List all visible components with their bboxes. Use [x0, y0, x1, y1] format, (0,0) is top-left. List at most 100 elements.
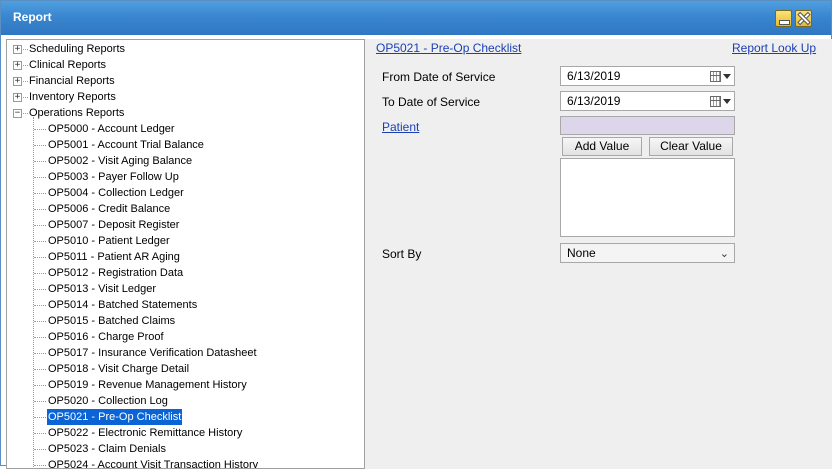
tree-leaf[interactable]: OP5018 - Visit Charge Detail [7, 361, 362, 377]
tree-leaf[interactable]: OP5017 - Insurance Verification Datashee… [7, 345, 362, 361]
tree-connector [34, 225, 46, 226]
tree-leaf[interactable]: OP5002 - Visit Aging Balance [7, 153, 362, 169]
tree-connector [34, 401, 46, 402]
clear-value-button[interactable]: Clear Value [649, 137, 733, 156]
tree-leaf[interactable]: OP5004 - Collection Ledger [7, 185, 362, 201]
tree-connector [34, 273, 46, 274]
report-title-link[interactable]: OP5021 - Pre-Op Checklist [376, 41, 521, 55]
tree-leaf-label: OP5010 - Patient Ledger [48, 235, 170, 247]
tree-leaf-label: OP5023 - Claim Denials [48, 443, 166, 455]
tree-leaf[interactable]: OP5003 - Payer Follow Up [7, 169, 362, 185]
expand-icon[interactable]: + [13, 61, 22, 70]
patient-link[interactable]: Patient [382, 120, 419, 134]
tree-node[interactable]: + Inventory Reports [7, 89, 362, 105]
tree-leaf-label: OP5022 - Electronic Remittance History [48, 427, 243, 439]
tree-node[interactable]: + Scheduling Reports [7, 41, 362, 57]
to-date-value: 6/13/2019 [567, 94, 621, 108]
tree-leaf[interactable]: OP5023 - Claim Denials [7, 441, 362, 457]
expand-icon[interactable]: + [13, 93, 22, 102]
report-lookup-link[interactable]: Report Look Up [732, 41, 816, 55]
window-title: Report [13, 10, 52, 24]
tree-leaf[interactable]: OP5010 - Patient Ledger [7, 233, 362, 249]
dropdown-arrow-icon[interactable] [723, 74, 731, 79]
tree-leaf[interactable]: OP5024 - Account Visit Transaction Histo… [7, 457, 362, 469]
tree-leaf-label: OP5002 - Visit Aging Balance [48, 155, 193, 167]
tree-leaf[interactable]: OP5014 - Batched Statements [7, 297, 362, 313]
tree-leaf[interactable]: OP5021 - Pre-Op Checklist [7, 409, 362, 425]
tree-leaf-label: OP5000 - Account Ledger [48, 123, 175, 135]
tree-node-label: Inventory Reports [29, 91, 116, 103]
report-tree[interactable]: + Scheduling Reports + Clinical Reports + Fin… [6, 39, 365, 469]
tree-connector [34, 385, 46, 386]
from-date-value: 6/13/2019 [567, 69, 621, 83]
tree-leaf[interactable]: OP5015 - Batched Claims [7, 313, 362, 329]
tree-leaf[interactable]: OP5016 - Charge Proof [7, 329, 362, 345]
to-date-picker[interactable]: 6/13/2019 [560, 91, 735, 111]
tree-leaf-label: OP5018 - Visit Charge Detail [48, 363, 190, 375]
tree-connector [34, 177, 46, 178]
tree-leaf-label: OP5015 - Batched Claims [48, 315, 176, 327]
tree-leaf[interactable]: OP5001 - Account Trial Balance [7, 137, 362, 153]
from-date-picker[interactable]: 6/13/2019 [560, 66, 735, 86]
tree-leaf-label: OP5019 - Revenue Management History [48, 379, 247, 391]
minimize-icon[interactable] [775, 10, 792, 27]
tree-connector [34, 161, 46, 162]
close-icon[interactable] [795, 10, 812, 27]
tree-leaf-label: OP5011 - Patient AR Aging [48, 251, 180, 263]
tree-connector [34, 241, 46, 242]
tree-leaf[interactable]: OP5000 - Account Ledger [7, 121, 362, 137]
tree-connector [34, 305, 46, 306]
to-date-label: To Date of Service [382, 95, 481, 109]
tree-leaf[interactable]: OP5019 - Revenue Management History [7, 377, 362, 393]
tree-leaf-label: OP5003 - Payer Follow Up [48, 171, 179, 183]
tree-leaf-label: OP5020 - Collection Log [48, 395, 168, 407]
report-window: Report + Scheduling Reports + Clinical Repo… [0, 0, 832, 469]
tree-connector [34, 193, 46, 194]
chevron-down-icon[interactable]: ⌄ [720, 245, 729, 263]
tree-node[interactable]: − Operations Reports [7, 105, 362, 121]
tree-leaf-label: OP5004 - Collection Ledger [48, 187, 184, 199]
from-date-label: From Date of Service [382, 70, 496, 84]
sort-by-select[interactable]: None ⌄ [560, 243, 735, 263]
tree-leaf-label: OP5021 - Pre-Op Checklist [47, 409, 183, 425]
calendar-icon[interactable] [710, 96, 721, 107]
dropdown-arrow-icon[interactable] [723, 99, 731, 104]
tree-leaf-label: OP5016 - Charge Proof [48, 331, 164, 343]
tree-connector [34, 337, 46, 338]
tree-connector [34, 129, 46, 130]
tree-connector [34, 289, 46, 290]
tree-connector [34, 433, 46, 434]
tree-connector [34, 321, 46, 322]
tree-leaf[interactable]: OP5013 - Visit Ledger [7, 281, 362, 297]
tree-leaf[interactable]: OP5011 - Patient AR Aging [7, 249, 362, 265]
tree-leaf-label: OP5012 - Registration Data [48, 267, 184, 279]
tree-leaf-label: OP5024 - Account Visit Transaction Histo… [48, 459, 259, 469]
collapse-icon[interactable]: − [13, 109, 22, 118]
patient-values-list[interactable] [560, 158, 735, 237]
tree-leaf[interactable]: OP5007 - Deposit Register [7, 217, 362, 233]
tree-leaf[interactable]: OP5006 - Credit Balance [7, 201, 362, 217]
tree-connector [34, 257, 46, 258]
add-value-button[interactable]: Add Value [562, 137, 642, 156]
title-bar: Report [1, 1, 831, 35]
expand-icon[interactable]: + [13, 77, 22, 86]
tree-node[interactable]: + Clinical Reports [7, 57, 362, 73]
tree-node[interactable]: + Financial Reports [7, 73, 362, 89]
calendar-icon[interactable] [710, 71, 721, 82]
tree-leaf[interactable]: OP5022 - Electronic Remittance History [7, 425, 362, 441]
tree-leaf-label: OP5006 - Credit Balance [48, 203, 171, 215]
tree-node-label: Scheduling Reports [29, 43, 126, 55]
tree-leaf[interactable]: OP5012 - Registration Data [7, 265, 362, 281]
tree-leaf-label: OP5001 - Account Trial Balance [48, 139, 204, 151]
tree-leaf[interactable]: OP5020 - Collection Log [7, 393, 362, 409]
patient-input[interactable] [560, 116, 735, 135]
tree-leaf-label: OP5007 - Deposit Register [48, 219, 180, 231]
tree-connector [34, 209, 46, 210]
tree-node-label: Clinical Reports [29, 59, 107, 71]
tree-leaf-label: OP5014 - Batched Statements [48, 299, 198, 311]
expand-icon[interactable]: + [13, 45, 22, 54]
tree-connector [34, 145, 46, 146]
tree-connector [34, 417, 46, 418]
sort-by-label: Sort By [382, 247, 422, 261]
tree-node-label: Financial Reports [29, 75, 115, 87]
